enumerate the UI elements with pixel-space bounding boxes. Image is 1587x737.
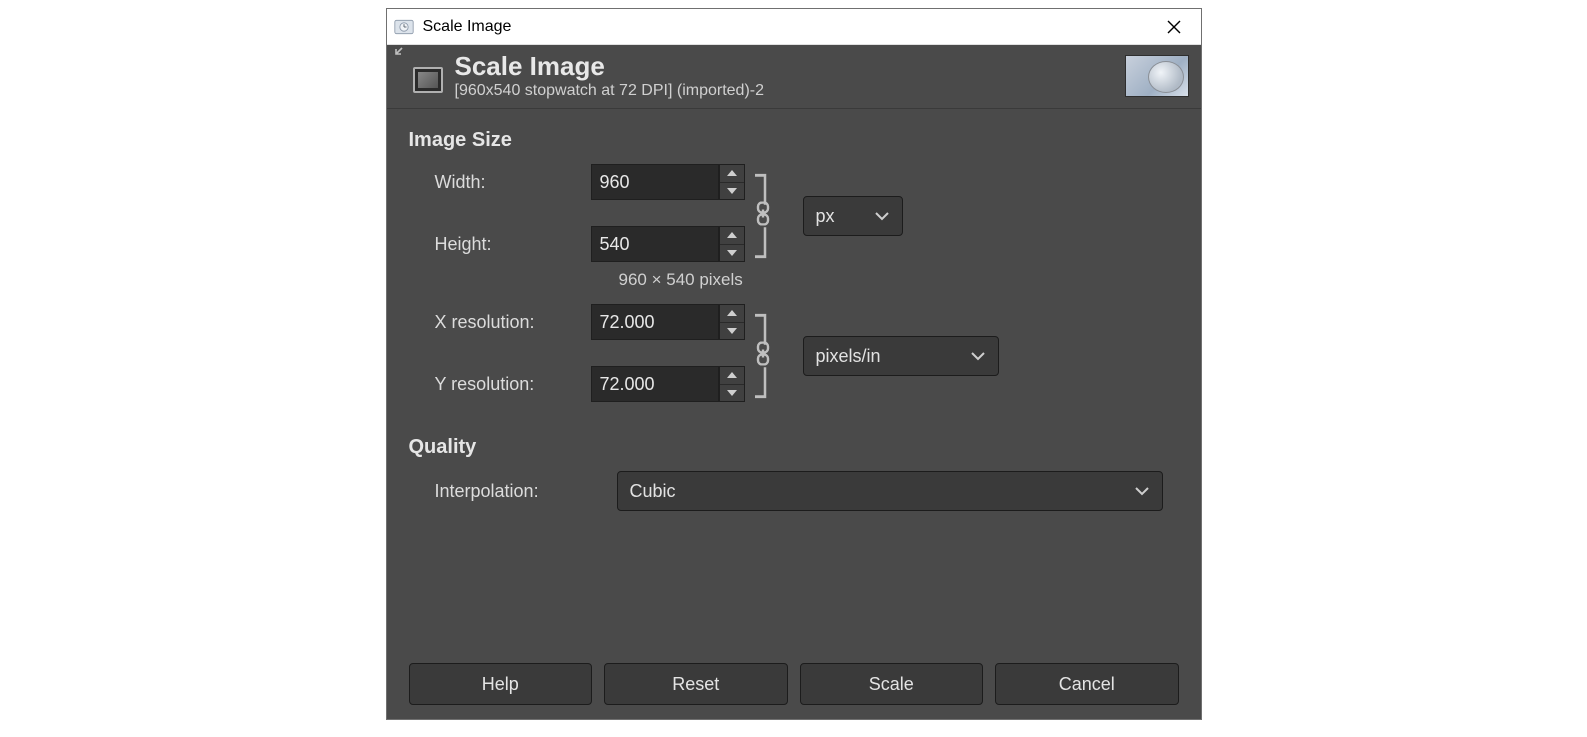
- image-thumbnail: [1125, 55, 1189, 97]
- image-size-heading: Image Size: [409, 129, 1179, 152]
- height-spinbox: [591, 226, 745, 262]
- height-label: Height:: [409, 234, 591, 255]
- yres-label: Y resolution:: [409, 374, 591, 395]
- dialog-body: Scale Image [960x540 stopwatch at 72 DPI…: [387, 45, 1201, 719]
- size-group: Width: Height:: [409, 164, 1179, 268]
- image-icon: [413, 67, 443, 93]
- content-area: Image Size Width:: [387, 109, 1201, 663]
- dialog-header: Scale Image [960x540 stopwatch at 72 DPI…: [387, 45, 1201, 109]
- chain-icon: [753, 202, 773, 226]
- reset-button[interactable]: Reset: [604, 663, 788, 705]
- chevron-down-icon: [1134, 486, 1150, 496]
- close-button[interactable]: [1151, 11, 1197, 43]
- interpolation-value: Cubic: [630, 481, 676, 502]
- chevron-down-icon: [874, 211, 890, 221]
- close-icon: [1167, 20, 1181, 34]
- res-chain-toggle[interactable]: [753, 342, 773, 371]
- resolution-unit-select[interactable]: pixels/in: [803, 336, 999, 376]
- height-row: Height:: [409, 226, 745, 262]
- width-spin-down[interactable]: [720, 183, 744, 200]
- cancel-button[interactable]: Cancel: [995, 663, 1179, 705]
- window-title: Scale Image: [423, 18, 1151, 36]
- scale-button[interactable]: Scale: [800, 663, 984, 705]
- scale-image-dialog: Scale Image Scale Image [960x540 stopwat…: [386, 8, 1202, 720]
- res-link-unit: [749, 304, 781, 408]
- interpolation-label: Interpolation:: [409, 481, 617, 502]
- shrink-icon: [389, 47, 403, 61]
- xres-spin-up[interactable]: [720, 305, 744, 323]
- size-unit-value: px: [816, 206, 835, 227]
- chevron-down-icon: [970, 351, 986, 361]
- size-chain-toggle[interactable]: [753, 202, 773, 231]
- width-row: Width:: [409, 164, 745, 200]
- button-row: Help Reset Scale Cancel: [387, 663, 1201, 719]
- yres-spinbox: [591, 366, 745, 402]
- size-link-unit: [749, 164, 781, 268]
- interpolation-row: Interpolation: Cubic: [409, 471, 1179, 511]
- width-label: Width:: [409, 172, 591, 193]
- app-icon: [393, 16, 415, 38]
- xres-label: X resolution:: [409, 312, 591, 333]
- width-spin-up[interactable]: [720, 165, 744, 183]
- yres-row: Y resolution:: [409, 366, 745, 402]
- pixel-readout: 960 × 540 pixels: [619, 270, 1179, 290]
- size-unit-select[interactable]: px: [803, 196, 903, 236]
- yres-input[interactable]: [591, 366, 719, 402]
- yres-spin-down[interactable]: [720, 385, 744, 402]
- xres-spinbox: [591, 304, 745, 340]
- interpolation-select[interactable]: Cubic: [617, 471, 1163, 511]
- resolution-unit-value: pixels/in: [816, 346, 881, 367]
- quality-heading: Quality: [409, 436, 1179, 459]
- width-spinbox: [591, 164, 745, 200]
- resolution-group: X resolution: Y resolution:: [409, 304, 1179, 408]
- height-spin-down[interactable]: [720, 245, 744, 262]
- yres-spin-up[interactable]: [720, 367, 744, 385]
- xres-input[interactable]: [591, 304, 719, 340]
- dialog-subtitle: [960x540 stopwatch at 72 DPI] (imported)…: [455, 82, 1125, 100]
- height-spin-up[interactable]: [720, 227, 744, 245]
- header-text: Scale Image [960x540 stopwatch at 72 DPI…: [455, 51, 1125, 100]
- xres-spin-down[interactable]: [720, 323, 744, 340]
- help-button[interactable]: Help: [409, 663, 593, 705]
- dialog-title: Scale Image: [455, 51, 1125, 82]
- chain-icon: [753, 342, 773, 366]
- height-input[interactable]: [591, 226, 719, 262]
- xres-row: X resolution:: [409, 304, 745, 340]
- width-input[interactable]: [591, 164, 719, 200]
- titlebar: Scale Image: [387, 9, 1201, 45]
